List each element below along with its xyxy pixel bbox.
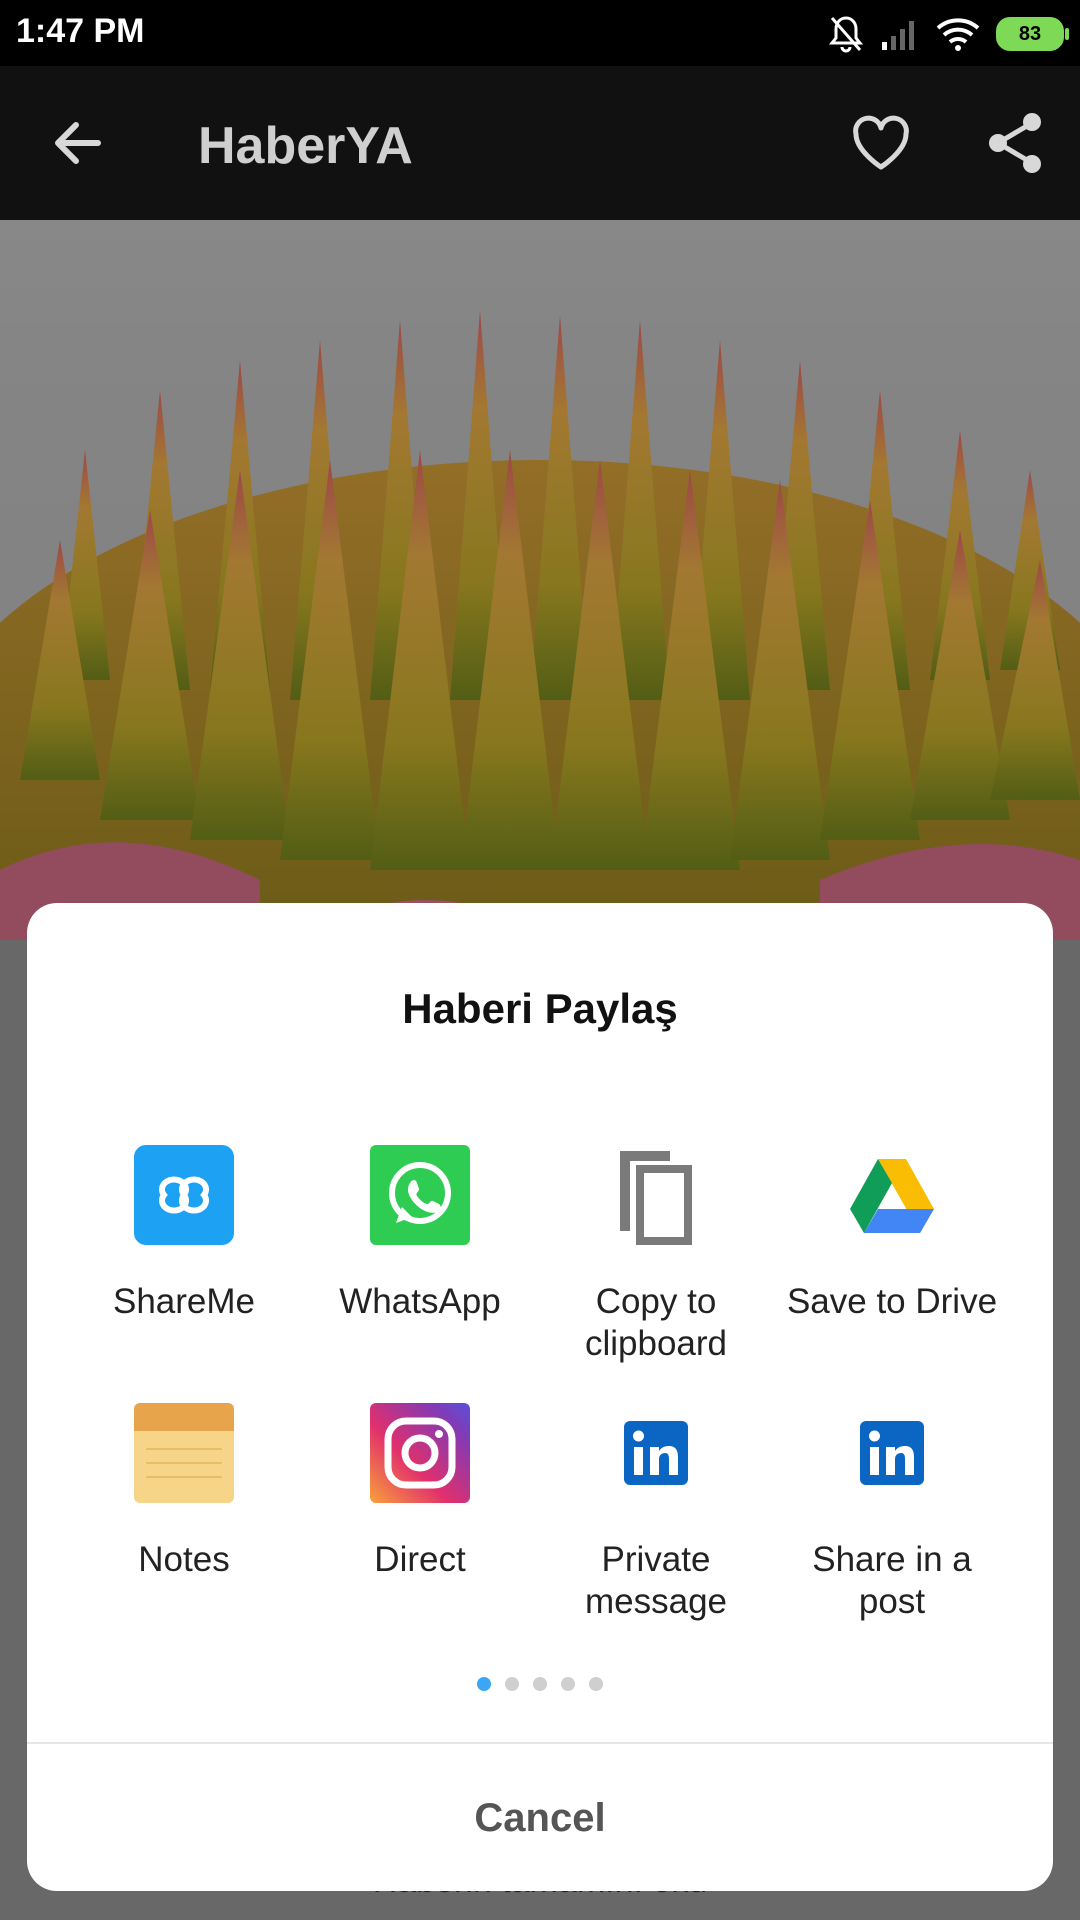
- status-bar: 1:47 PM 83: [0, 0, 1080, 66]
- share-target-label: Save to Drive: [786, 1282, 998, 1321]
- share-target-whatsapp[interactable]: WhatsApp: [302, 1145, 538, 1323]
- heart-outline-icon[interactable]: [850, 113, 912, 175]
- share-sheet: Haberi Paylaş ShareMe WhatsApp Copy to c…: [27, 903, 1053, 1891]
- share-icon[interactable]: [984, 111, 1046, 175]
- share-target-label: Direct: [374, 1540, 466, 1579]
- page-dot[interactable]: [561, 1677, 575, 1691]
- wifi-icon: [936, 18, 980, 51]
- share-target-linkedin-post[interactable]: Share in a post: [774, 1403, 1010, 1623]
- page-dot[interactable]: [505, 1677, 519, 1691]
- status-icons: 83: [828, 12, 1069, 56]
- share-target-label: Private message: [584, 1540, 728, 1621]
- linkedin-icon: [860, 1421, 924, 1485]
- app-bar: HaberYA: [0, 66, 1080, 220]
- share-target-label: Notes: [138, 1540, 230, 1579]
- shareme-icon: [134, 1145, 234, 1245]
- share-target-linkedin-message[interactable]: Private message: [538, 1403, 774, 1623]
- battery-level: 83: [1018, 22, 1042, 45]
- google-drive-icon: [850, 1159, 934, 1233]
- cancel-button[interactable]: Cancel: [27, 1745, 1053, 1891]
- share-target-label: WhatsApp: [339, 1282, 501, 1321]
- bell-muted-icon: [828, 16, 864, 53]
- page-indicator: [27, 1677, 1053, 1691]
- share-target-label: Copy to clipboard: [584, 1282, 728, 1363]
- notes-icon: [134, 1403, 234, 1503]
- divider: [27, 1742, 1053, 1744]
- share-target-instagram-direct[interactable]: Direct: [302, 1403, 538, 1581]
- status-time: 1:47 PM: [16, 12, 145, 50]
- instagram-icon: [370, 1403, 470, 1503]
- whatsapp-icon: [370, 1145, 470, 1245]
- share-target-copy[interactable]: Copy to clipboard: [538, 1145, 774, 1365]
- share-target-shareme[interactable]: ShareMe: [66, 1145, 302, 1323]
- signal-icon: [882, 21, 914, 50]
- app-title: HaberYA: [198, 117, 413, 175]
- share-target-label: Share in a post: [812, 1540, 972, 1621]
- page-dot[interactable]: [589, 1677, 603, 1691]
- share-target-notes[interactable]: Notes: [66, 1403, 302, 1581]
- linkedin-icon: [624, 1421, 688, 1485]
- copy-icon: [620, 1151, 692, 1245]
- share-target-drive[interactable]: Save to Drive: [774, 1145, 1010, 1323]
- share-sheet-title: Haberi Paylaş: [402, 985, 678, 1032]
- arrow-back-icon[interactable]: [48, 113, 108, 173]
- battery-indicator: 83: [996, 17, 1069, 51]
- share-target-label: ShareMe: [112, 1282, 256, 1321]
- page-dot[interactable]: [533, 1677, 547, 1691]
- page-dot-active[interactable]: [477, 1677, 491, 1691]
